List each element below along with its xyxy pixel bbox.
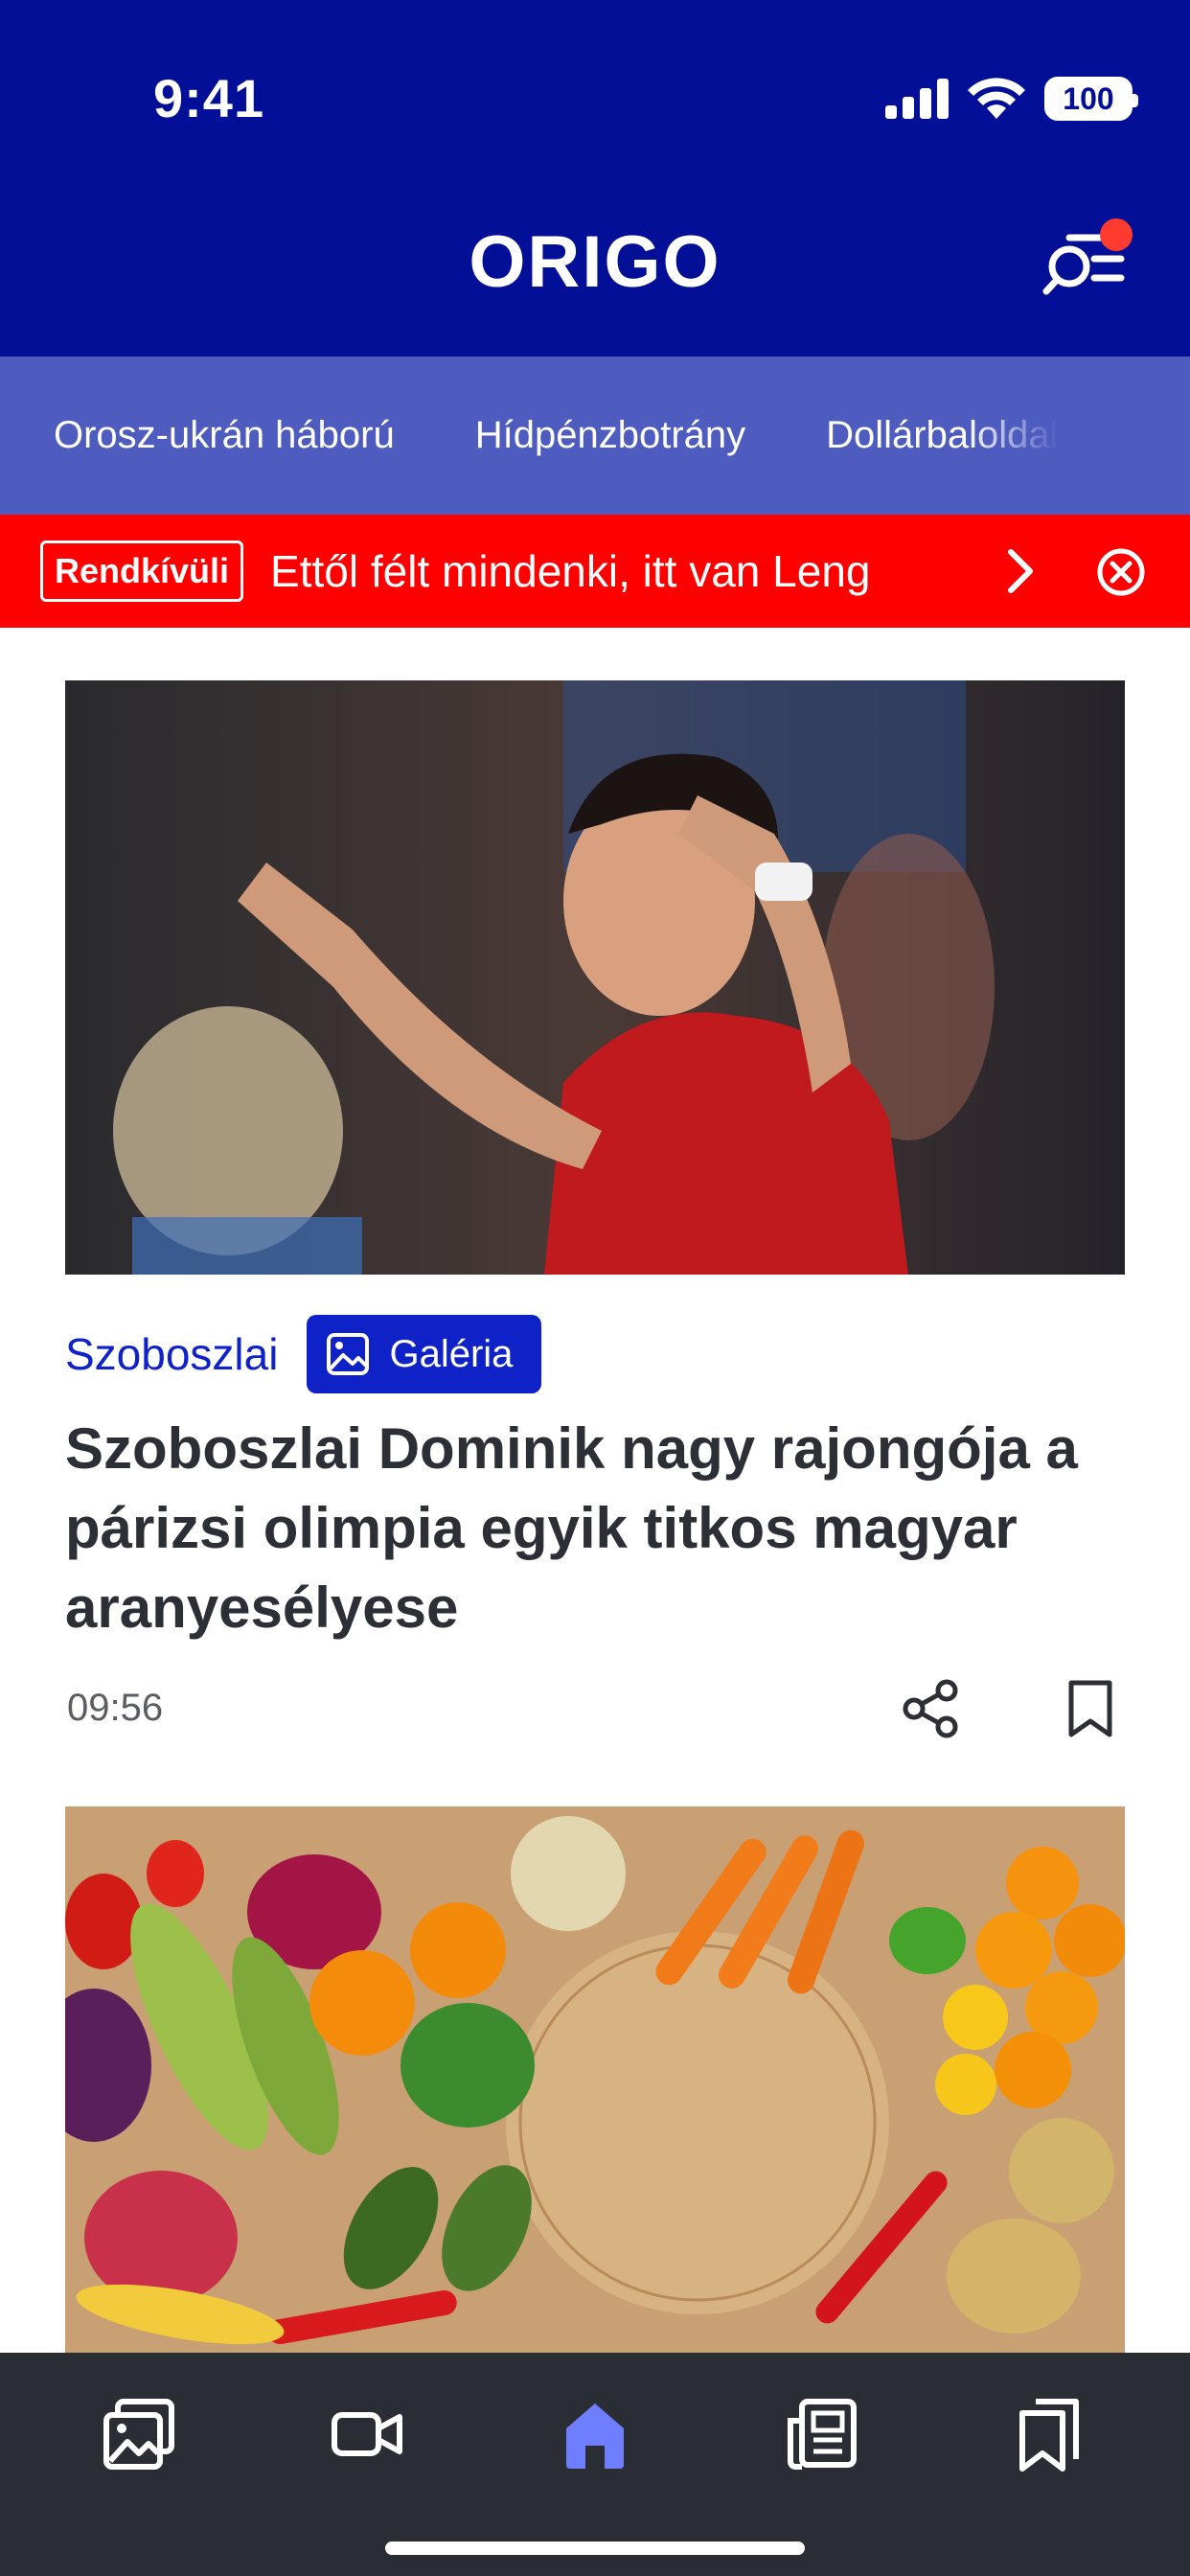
gallery-badge[interactable]: Galéria [307,1315,542,1393]
home-indicator[interactable] [385,2542,805,2555]
article-meta: Szoboszlai Galéria [65,1315,542,1393]
bookmarks-icon [1019,2399,1079,2472]
topic-bar: Orosz-ukrán háború Hídpénzbotrány Dollár… [0,356,1190,515]
topic-item[interactable]: Hídpénzbotrány [475,414,745,457]
notification-dot [1100,218,1133,251]
battery-indicator: 100 [1044,77,1138,121]
search-menu-button[interactable] [1041,218,1133,301]
topic-item[interactable]: Dollárbaloldal [826,414,1058,457]
chevron-right-icon[interactable] [1001,544,1040,598]
breaking-news-bar[interactable]: Rendkívüli Ettől félt mindenki, itt van … [0,515,1190,628]
gallery-icon [103,2399,174,2470]
video-icon [332,2412,402,2456]
article-image[interactable] [65,1806,1125,2353]
close-icon[interactable] [1094,545,1148,599]
article-title[interactable]: Szoboszlai Dominik nagy rajongója a pári… [65,1409,1125,1647]
tab-newspaper[interactable] [778,2391,864,2477]
signal-icon [885,79,949,119]
newspaper-icon [788,2399,857,2470]
home-icon [566,2404,624,2469]
app-header: 9:41 100 ORIGO [0,0,1190,356]
article-image[interactable] [65,680,1125,1275]
article-category[interactable]: Szoboszlai [65,1328,278,1380]
image-icon [327,1333,370,1375]
tab-bookmarks[interactable] [1006,2391,1092,2477]
tab-home[interactable] [552,2391,638,2477]
wifi-icon [968,78,1025,119]
status-icons: 100 [885,77,1138,121]
battery-level: 100 [1063,80,1114,116]
tab-gallery[interactable] [96,2391,182,2477]
breaking-badge: Rendkívüli [40,540,244,602]
tab-video[interactable] [324,2391,410,2477]
topic-item[interactable]: Orosz-ukrán háború [54,414,395,457]
article-time: 09:56 [67,1687,164,1729]
share-icon[interactable] [901,1679,960,1738]
status-time: 9:41 [153,68,265,128]
gallery-label: Galéria [389,1332,514,1375]
breaking-headline[interactable]: Ettől félt mindenki, itt van Leng [270,545,960,597]
bookmark-icon[interactable] [1065,1679,1115,1738]
origo-logo[interactable]: ORIGO [0,220,1190,304]
